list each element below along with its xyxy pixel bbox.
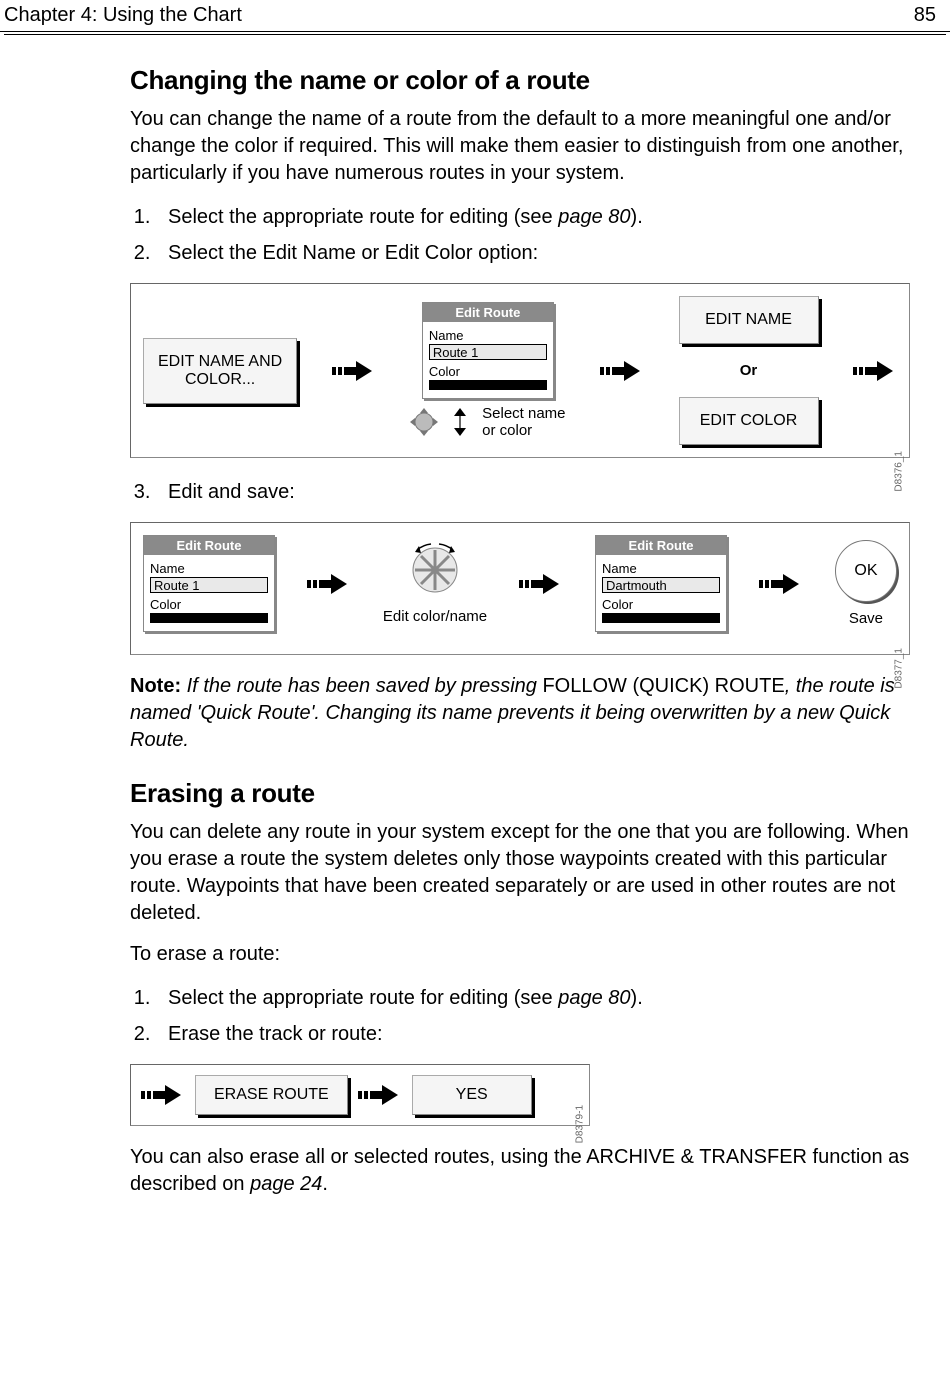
step-3: Edit and save: — [156, 476, 910, 508]
rotary-knob-icon — [407, 542, 463, 598]
softkey-edit-color[interactable]: EDIT COLOR — [679, 397, 819, 445]
heading-erasing-route: Erasing a route — [130, 778, 910, 809]
softkey-erase-route[interactable]: ERASE ROUTE — [195, 1075, 348, 1115]
edit-route-dialog[interactable]: Edit Route Name Route 1 Color — [422, 302, 554, 399]
edit-route-dialog-before[interactable]: Edit Route Name Route 1 Color — [143, 535, 275, 632]
figure-id: D8379-1 — [574, 1105, 585, 1143]
note-paragraph: Note: If the route has been saved by pre… — [130, 673, 910, 754]
page-header: Chapter 4: Using the Chart 85 — [0, 0, 950, 32]
rotary-control[interactable]: Edit color/name — [383, 542, 487, 625]
steps-list-2: Select the appropriate route for editing… — [130, 982, 910, 1050]
arrow-right-icon — [519, 571, 563, 597]
name-field[interactable]: Dartmouth — [602, 577, 720, 593]
page-number: 85 — [914, 4, 936, 27]
figure-edit-name-color: EDIT NAME AND COLOR... Edit Route Name R… — [130, 283, 910, 458]
arrow-right-icon — [141, 1082, 185, 1108]
intro-paragraph-2: You can delete any route in your system … — [130, 819, 910, 927]
page-ref-80b: page 80 — [558, 987, 630, 1009]
name-field[interactable]: Route 1 — [429, 344, 547, 360]
softkey-yes[interactable]: YES — [412, 1075, 532, 1115]
page-ref-80a: page 80 — [558, 206, 630, 228]
heading-changing-name-color: Changing the name or color of a route — [130, 65, 910, 96]
step-2b: Erase the track or route: — [156, 1018, 910, 1050]
step-2: Select the Edit Name or Edit Color optio… — [156, 237, 910, 269]
steps-list-1b: Edit and save: — [130, 476, 910, 508]
arrow-right-icon — [600, 358, 644, 384]
cursor-pad-hint: Select name or color — [410, 405, 565, 439]
softkey-edit-name-and-color[interactable]: EDIT NAME AND COLOR... — [143, 338, 297, 404]
arrow-right-icon — [853, 358, 897, 384]
name-label: Name — [429, 328, 547, 343]
name-label: Name — [602, 561, 720, 576]
header-rule — [4, 34, 946, 35]
figure-id: D8377_1 — [894, 648, 905, 689]
dialog-title: Edit Route — [423, 303, 553, 322]
color-label: Color — [150, 597, 268, 612]
arrow-right-icon — [358, 1082, 402, 1108]
ok-button[interactable]: OK — [835, 540, 897, 602]
color-swatch[interactable] — [602, 613, 720, 623]
lead-erase: To erase a route: — [130, 941, 910, 968]
color-label: Color — [602, 597, 720, 612]
dialog-title: Edit Route — [144, 536, 274, 555]
step-1b: Select the appropriate route for editing… — [156, 982, 910, 1014]
steps-list-1: Select the appropriate route for editing… — [130, 201, 910, 269]
arrow-right-icon — [332, 358, 376, 384]
figure-erase-route: ERASE ROUTE YES D8379-1 — [130, 1064, 590, 1126]
step-1: Select the appropriate route for editing… — [156, 201, 910, 233]
cursor-pad-icon — [410, 408, 438, 436]
rotary-caption: Edit color/name — [383, 608, 487, 625]
color-swatch[interactable] — [429, 380, 547, 390]
figure-edit-and-save: Edit Route Name Route 1 Color Edit color… — [130, 522, 910, 655]
intro-paragraph-1: You can change the name of a route from … — [130, 106, 910, 187]
arrow-right-icon — [307, 571, 351, 597]
chapter-title: Chapter 4: Using the Chart — [4, 4, 242, 27]
name-label: Name — [150, 561, 268, 576]
figure-id: D8376_1 — [894, 451, 905, 492]
ok-button-group: OK Save — [835, 540, 897, 627]
color-label: Color — [429, 364, 547, 379]
ok-caption: Save — [849, 610, 883, 627]
trailer-paragraph: You can also erase all or selected route… — [130, 1144, 910, 1198]
arrow-right-icon — [759, 571, 803, 597]
softkey-edit-name[interactable]: EDIT NAME — [679, 296, 819, 344]
edit-route-dialog-after[interactable]: Edit Route Name Dartmouth Color — [595, 535, 727, 632]
page-ref-24: page 24 — [250, 1173, 322, 1195]
up-down-icon — [446, 408, 474, 436]
color-swatch[interactable] — [150, 613, 268, 623]
dialog-title: Edit Route — [596, 536, 726, 555]
name-field[interactable]: Route 1 — [150, 577, 268, 593]
or-label: Or — [740, 362, 758, 379]
